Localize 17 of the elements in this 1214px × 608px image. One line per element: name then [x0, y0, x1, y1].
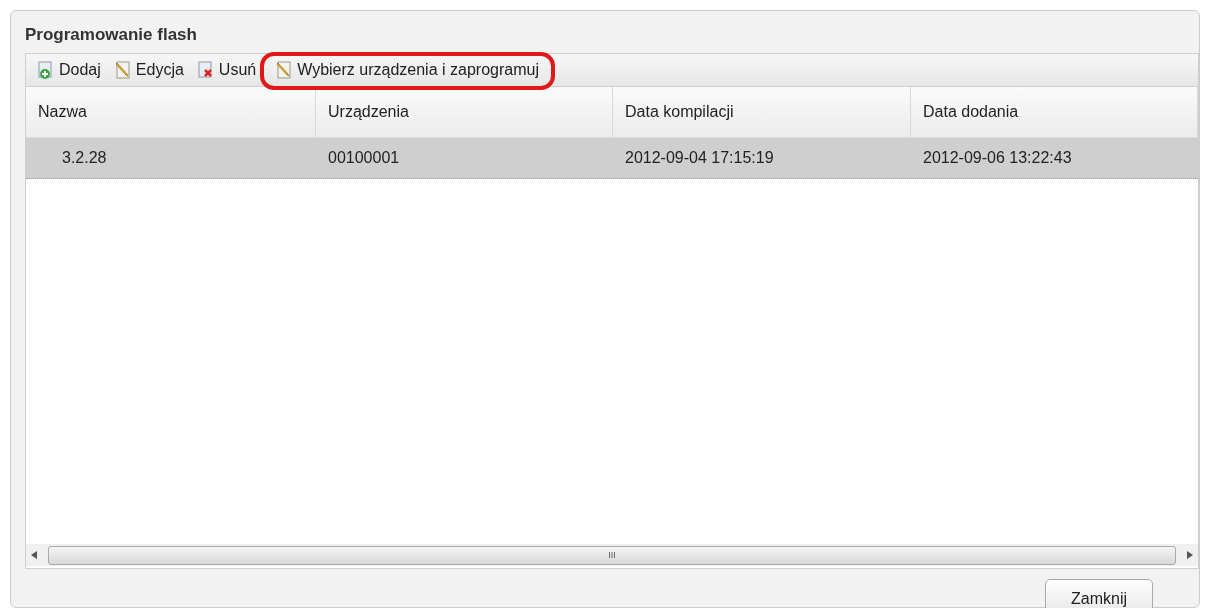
column-header[interactable]: Nazwa [26, 87, 316, 137]
table-cell-text: 3.2.28 [61, 148, 108, 168]
table-cell-text: 2012-09-04 17:15:19 [624, 148, 775, 168]
scroll-left-icon[interactable] [31, 551, 37, 559]
column-header[interactable]: Urządzenia [316, 87, 613, 137]
column-header[interactable]: Data dodania [911, 87, 1198, 137]
toolbar-button[interactable]: Wybierz urządzenia i zaprogramuj [272, 58, 541, 82]
toolbar-button[interactable]: Usuń [193, 58, 259, 82]
close-button[interactable]: Zamknij [1045, 579, 1153, 608]
table-cell-text: 00100001 [327, 148, 401, 168]
column-header[interactable]: Data kompilacji [613, 87, 911, 137]
table-row[interactable]: 3.2.28 00100001 2012-09-04 17:15:19 2012-09-06 13:22:43 [26, 138, 1198, 179]
window-title: Programowanie flash [25, 24, 197, 46]
toolbar-button[interactable]: Edycja [110, 58, 186, 82]
toolbar-button[interactable]: Dodaj [34, 58, 103, 82]
scroll-right-icon[interactable] [1187, 551, 1193, 559]
table-cell-text: 2012-09-06 13:22:43 [922, 148, 1073, 168]
